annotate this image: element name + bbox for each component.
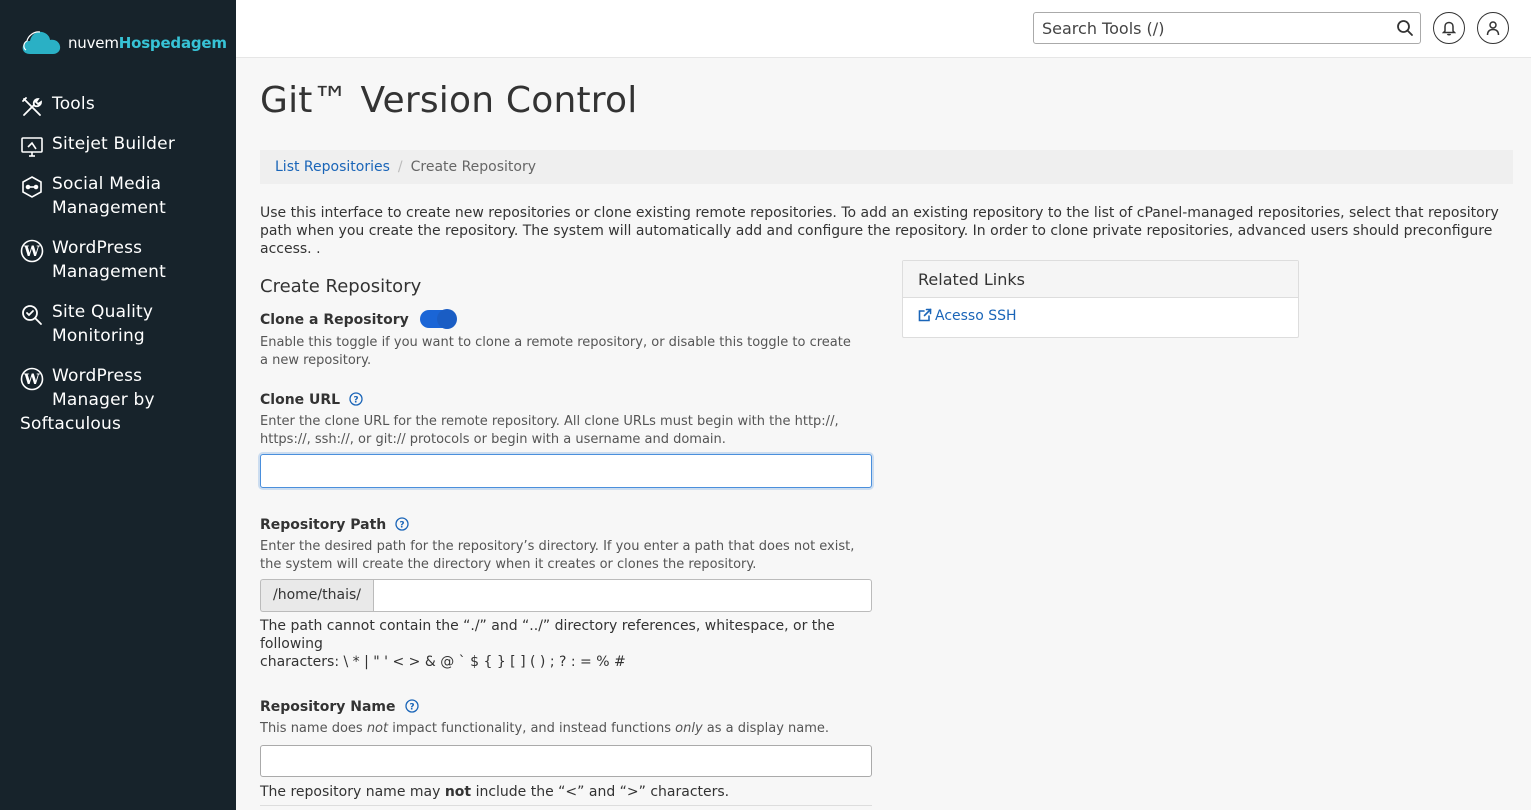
repo-name-help-c: as a display name. (702, 721, 830, 736)
related-links-title: Related Links (903, 261, 1298, 298)
help-circle-icon[interactable]: ? (395, 517, 410, 531)
breadcrumb-separator: / (397, 159, 403, 175)
help-circle-icon[interactable]: ? (349, 392, 363, 406)
repo-name-help-a: This name does (260, 721, 367, 736)
brand-logo[interactable]: nuvemHospedagem (20, 28, 227, 58)
sidebar-item-social-media[interactable]: Social Media Management (0, 172, 236, 236)
svg-text:W: W (23, 372, 40, 388)
form-divider (260, 805, 872, 806)
repo-path-prefix: /home/thais/ (260, 579, 373, 612)
repo-path-note: The path cannot contain the “./” and “..… (260, 617, 872, 671)
related-links-panel: Related Links Acesso SSH (902, 260, 1299, 338)
user-menu-button[interactable] (1477, 12, 1509, 44)
search-icon[interactable] (1396, 19, 1414, 37)
social-media-icon (22, 176, 42, 198)
repo-name-help: This name does not impact functionality,… (260, 720, 872, 738)
brand-name-bold: Hospedagem (118, 34, 227, 52)
search-box (1033, 12, 1421, 44)
clone-toggle-row: Clone a Repository (260, 309, 872, 329)
repo-name-note: The repository name may not include the … (260, 783, 872, 801)
clone-toggle-label: Clone a Repository (260, 312, 409, 328)
search-input[interactable] (1034, 13, 1374, 43)
repo-name-label-row: Repository Name ? (260, 696, 872, 715)
topbar (236, 0, 1531, 58)
svg-text:?: ? (354, 396, 359, 406)
sidebar-item-site-quality[interactable]: Site Quality Monitoring (0, 300, 236, 364)
breadcrumb-current: Create Repository (410, 159, 537, 175)
repo-name-note-b: include the “<” and “>” characters. (471, 784, 730, 800)
sidebar-item-tools[interactable]: Tools (0, 92, 236, 132)
repo-path-help: Enter the desired path for the repositor… (260, 539, 855, 572)
sidebar-item-label-line1: Social Media (52, 174, 162, 194)
repo-path-note-line1: The path cannot contain the “./” and “..… (260, 618, 835, 652)
page-title: Git™ Version Control (260, 80, 638, 121)
help-circle-icon[interactable]: ? (404, 699, 419, 713)
clone-url-label-row: Clone URL ? (260, 389, 872, 408)
svg-text:W: W (23, 244, 40, 260)
breadcrumb: List Repositories / Create Repository (260, 150, 1513, 184)
brand-name-light: nuvem (68, 34, 119, 52)
repo-path-note-line2: characters: \ * | " ' < > & @ ` $ { } [ … (260, 654, 626, 670)
repo-name-note-not: not (444, 784, 472, 800)
related-link-label: Acesso SSH (935, 308, 1017, 324)
brand-name: nuvemHospedagem (68, 34, 227, 52)
repo-path-label-row: Repository Path ? (260, 514, 872, 533)
sidebar-nav: Tools Sitejet Builder Social Media Manag… (0, 92, 236, 436)
sidebar-item-label-line2: Management (52, 198, 166, 218)
clone-url-help: Enter the clone URL for the remote repos… (260, 414, 839, 447)
intro-text: Use this interface to create new reposit… (260, 205, 1499, 257)
repo-name-help-not: not (366, 721, 389, 736)
clone-toggle-help: Enable this toggle if you want to clone … (260, 335, 851, 368)
form-section-title: Create Repository (260, 276, 422, 297)
sidebar-item-label-line1: Site Quality (52, 302, 154, 322)
notifications-button[interactable] (1433, 12, 1465, 44)
breadcrumb-list-repositories[interactable]: List Repositories (275, 159, 390, 175)
related-link-acesso-ssh[interactable]: Acesso SSH (903, 298, 1298, 324)
repo-name-note-a: The repository name may (260, 784, 445, 800)
clone-toggle-switch[interactable] (419, 309, 457, 329)
wordpress-icon: W (20, 367, 44, 391)
cloud-logo-icon (22, 31, 61, 54)
sitejet-icon (21, 137, 43, 157)
repo-name-input[interactable] (260, 745, 872, 777)
sidebar-item-wordpress-softaculous[interactable]: W WordPress Manager by Softaculous (0, 364, 236, 436)
user-icon (1486, 21, 1500, 36)
sidebar-item-label-line2: Management (52, 262, 166, 282)
sidebar: nuvemHospedagem Tools Sitejet Builder So… (0, 0, 236, 810)
site-quality-icon (22, 305, 42, 325)
create-repository-form: Create Repository Clone a Repository Ena… (260, 276, 872, 801)
sidebar-item-wordpress-management[interactable]: W WordPress Management (0, 236, 236, 300)
repo-name-help-b: impact functionality, and instead functi… (388, 721, 676, 736)
sidebar-item-label-line2: Monitoring (52, 326, 145, 346)
sidebar-item-label: Sitejet Builder (52, 134, 176, 154)
tools-icon (22, 97, 42, 116)
sidebar-item-label: Tools (52, 94, 95, 114)
sidebar-item-sitejet[interactable]: Sitejet Builder (0, 132, 236, 172)
clone-url-label: Clone URL (260, 392, 341, 408)
svg-text:?: ? (400, 521, 405, 531)
svg-text:?: ? (409, 703, 414, 713)
repo-name-help-only: only (675, 721, 703, 736)
clone-url-input[interactable] (260, 454, 872, 488)
toggle-knob (436, 309, 457, 329)
sidebar-item-label-line1: WordPress (52, 366, 143, 386)
wordpress-icon: W (20, 239, 44, 263)
repo-path-input[interactable] (372, 579, 872, 612)
repo-name-label: Repository Name (260, 699, 396, 715)
bell-icon (1442, 21, 1456, 36)
sidebar-item-label-line3: Softaculous (20, 414, 122, 434)
repo-path-label: Repository Path (260, 517, 387, 533)
sidebar-item-label-line2: Manager by (52, 390, 155, 410)
sidebar-item-label-line1: WordPress (52, 238, 143, 258)
external-link-icon (918, 308, 932, 322)
repo-path-input-group: /home/thais/ (260, 579, 872, 612)
